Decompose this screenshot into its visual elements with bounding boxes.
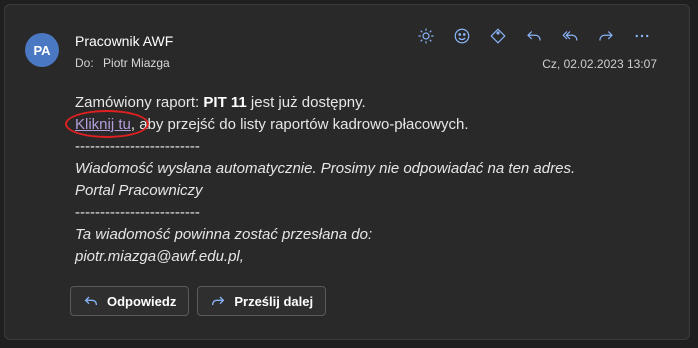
reply-icon[interactable] (519, 25, 549, 47)
sun-icon[interactable] (411, 25, 441, 47)
reply-button-label: Odpowiedz (107, 293, 177, 309)
reply-button[interactable]: Odpowiedz (70, 286, 190, 316)
report-line: Zamówiony raport: PIT 11 jest już dostęp… (75, 92, 675, 114)
more-icon[interactable] (627, 25, 657, 47)
separator: ------------------------- (75, 138, 200, 155)
forward-email: piotr.miazga@awf.edu.pl, (75, 248, 244, 265)
link-line: Kliknij tu, aby przejść do listy raportó… (65, 110, 675, 138)
forward-button-label: Prześlij dalej (234, 293, 314, 309)
forward-icon (212, 296, 225, 305)
message-body: Zamówiony raport: PIT 11 jest już dostęp… (65, 92, 675, 268)
auto-note: Wiadomość wysłana automatycznie. Prosimy… (75, 160, 576, 177)
link-suffix: , aby przejść do listy raportów kadrowo-… (130, 116, 469, 133)
reply-icon (84, 296, 97, 305)
reply-all-icon[interactable] (555, 25, 585, 47)
forward-button[interactable]: Prześlij dalej (197, 286, 327, 316)
message-date: Cz, 02.02.2023 13:07 (542, 57, 657, 71)
report-name: PIT 11 (203, 94, 247, 111)
email-card: PA Pracownik AWF Do: Piotr Miazga Cz, 02… (4, 4, 690, 340)
report-prefix: Zamówiony raport: (75, 94, 204, 111)
portal-name: Portal Pracowniczy (75, 182, 203, 199)
separator: ------------------------- (75, 204, 200, 221)
forward-icon[interactable] (591, 25, 621, 47)
tag-icon[interactable] (483, 25, 513, 47)
reply-buttons: Odpowiedz Prześlij dalej (70, 286, 327, 316)
recipient-name: Piotr Miazga (103, 56, 170, 70)
to-label: Do: (75, 56, 94, 70)
message-actions (411, 25, 657, 47)
recipient-line: Do: Piotr Miazga (75, 56, 170, 70)
report-suffix: jest już dostępny. (246, 94, 366, 111)
emoji-icon[interactable] (447, 25, 477, 47)
sender-name: Pracownik AWF (75, 33, 174, 49)
highlight-circle (65, 110, 149, 138)
avatar: PA (25, 33, 59, 67)
forward-note: Ta wiadomość powinna zostać przesłana do… (75, 226, 373, 243)
